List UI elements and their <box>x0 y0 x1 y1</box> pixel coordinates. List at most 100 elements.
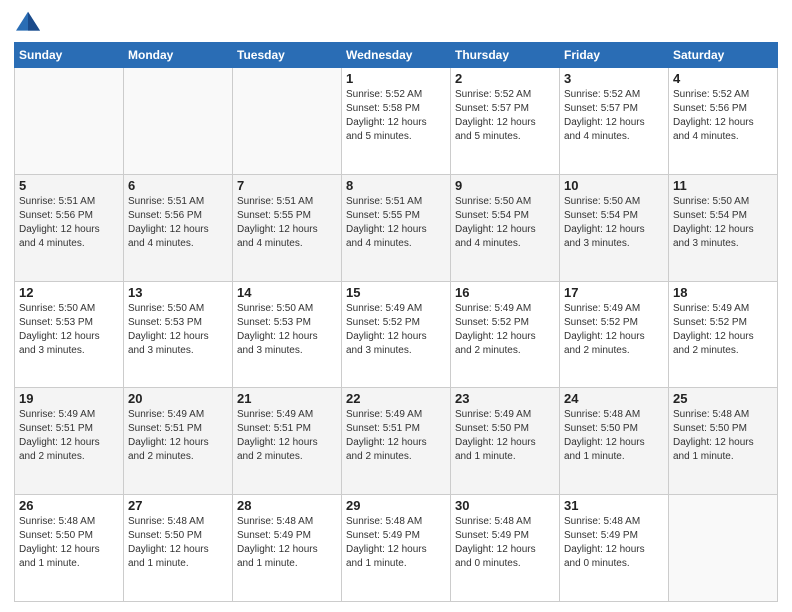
page: SundayMondayTuesdayWednesdayThursdayFrid… <box>0 0 792 612</box>
cell-info: Sunrise: 5:49 AM Sunset: 5:51 PM Dayligh… <box>19 408 119 464</box>
day-number: 25 <box>673 391 773 406</box>
day-number: 7 <box>237 178 337 193</box>
header <box>14 10 778 34</box>
calendar-cell: 6 Sunrise: 5:51 AM Sunset: 5:56 PM Daylig… <box>124 174 233 281</box>
day-number: 19 <box>19 391 119 406</box>
calendar-cell: 19 Sunrise: 5:49 AM Sunset: 5:51 PM Dayli… <box>15 388 124 495</box>
calendar-cell: 10Sunrise: 5:50 AM Sunset: 5:54 PM Dayli… <box>560 174 669 281</box>
day-number: 20 <box>128 391 228 406</box>
day-number: 26 <box>19 498 119 513</box>
logo <box>14 10 46 34</box>
calendar-cell: 23 Sunrise: 5:49 AM Sunset: 5:50 PM Dayli… <box>451 388 560 495</box>
day-number: 6 <box>128 178 228 193</box>
cell-info: Sunrise: 5:49 AM Sunset: 5:50 PM Dayligh… <box>455 408 555 464</box>
logo-icon <box>14 10 42 34</box>
day-number: 27 <box>128 498 228 513</box>
calendar-cell <box>233 68 342 175</box>
calendar-cell <box>124 68 233 175</box>
day-number: 2 <box>455 71 555 86</box>
calendar-cell: 2 Sunrise: 5:52 AM Sunset: 5:57 PM Daylig… <box>451 68 560 175</box>
calendar-cell: 4 Sunrise: 5:52 AM Sunset: 5:56 PM Daylig… <box>669 68 778 175</box>
cell-info: Sunrise: 5:49 AM Sunset: 5:51 PM Dayligh… <box>237 408 337 464</box>
cell-info: Sunrise: 5:48 AM Sunset: 5:49 PM Dayligh… <box>237 515 337 571</box>
calendar-cell: 16 Sunrise: 5:49 AM Sunset: 5:52 PM Dayli… <box>451 281 560 388</box>
day-number: 28 <box>237 498 337 513</box>
calendar-cell: 27Sunrise: 5:48 AM Sunset: 5:50 PM Dayli… <box>124 495 233 602</box>
calendar-cell: 8 Sunrise: 5:51 AM Sunset: 5:55 PM Daylig… <box>342 174 451 281</box>
calendar-cell: 20 Sunrise: 5:49 AM Sunset: 5:51 PM Dayli… <box>124 388 233 495</box>
col-header-sunday: Sunday <box>15 43 124 68</box>
day-number: 22 <box>346 391 446 406</box>
cell-info: Sunrise: 5:49 AM Sunset: 5:51 PM Dayligh… <box>128 408 228 464</box>
calendar-cell <box>669 495 778 602</box>
calendar-cell: 30 Sunrise: 5:48 AM Sunset: 5:49 PM Dayli… <box>451 495 560 602</box>
cell-info: Sunrise: 5:48 AM Sunset: 5:49 PM Dayligh… <box>564 515 664 571</box>
week-row-1: 1Sunrise: 5:52 AM Sunset: 5:58 PM Daylig… <box>15 68 778 175</box>
cell-info: Sunrise: 5:48 AM Sunset: 5:49 PM Dayligh… <box>455 515 555 571</box>
cell-info: Sunrise: 5:52 AM Sunset: 5:56 PM Dayligh… <box>673 88 773 144</box>
cell-info: Sunrise: 5:49 AM Sunset: 5:51 PM Dayligh… <box>346 408 446 464</box>
day-number: 14 <box>237 285 337 300</box>
calendar-cell: 31 Sunrise: 5:48 AM Sunset: 5:49 PM Dayli… <box>560 495 669 602</box>
calendar-cell: 26Sunrise: 5:48 AM Sunset: 5:50 PM Dayli… <box>15 495 124 602</box>
cell-info: Sunrise: 5:52 AM Sunset: 5:57 PM Dayligh… <box>455 88 555 144</box>
cell-info: Sunrise: 5:49 AM Sunset: 5:52 PM Dayligh… <box>346 302 446 358</box>
col-header-monday: Monday <box>124 43 233 68</box>
cell-info: Sunrise: 5:51 AM Sunset: 5:56 PM Dayligh… <box>128 195 228 251</box>
calendar-cell <box>15 68 124 175</box>
calendar-cell: 7 Sunrise: 5:51 AM Sunset: 5:55 PM Daylig… <box>233 174 342 281</box>
cell-info: Sunrise: 5:50 AM Sunset: 5:53 PM Dayligh… <box>19 302 119 358</box>
calendar-cell: 29Sunrise: 5:48 AM Sunset: 5:49 PM Dayli… <box>342 495 451 602</box>
col-header-thursday: Thursday <box>451 43 560 68</box>
day-number: 12 <box>19 285 119 300</box>
calendar-cell: 5 Sunrise: 5:51 AM Sunset: 5:56 PM Daylig… <box>15 174 124 281</box>
cell-info: Sunrise: 5:51 AM Sunset: 5:55 PM Dayligh… <box>237 195 337 251</box>
day-number: 15 <box>346 285 446 300</box>
week-row-3: 12 Sunrise: 5:50 AM Sunset: 5:53 PM Dayli… <box>15 281 778 388</box>
calendar-cell: 9 Sunrise: 5:50 AM Sunset: 5:54 PM Daylig… <box>451 174 560 281</box>
cell-info: Sunrise: 5:49 AM Sunset: 5:52 PM Dayligh… <box>673 302 773 358</box>
day-number: 18 <box>673 285 773 300</box>
day-number: 10 <box>564 178 664 193</box>
cell-info: Sunrise: 5:48 AM Sunset: 5:50 PM Dayligh… <box>564 408 664 464</box>
day-number: 24 <box>564 391 664 406</box>
week-row-2: 5 Sunrise: 5:51 AM Sunset: 5:56 PM Daylig… <box>15 174 778 281</box>
calendar-cell: 15 Sunrise: 5:49 AM Sunset: 5:52 PM Dayli… <box>342 281 451 388</box>
cell-info: Sunrise: 5:49 AM Sunset: 5:52 PM Dayligh… <box>455 302 555 358</box>
day-number: 4 <box>673 71 773 86</box>
cell-info: Sunrise: 5:48 AM Sunset: 5:49 PM Dayligh… <box>346 515 446 571</box>
day-number: 8 <box>346 178 446 193</box>
calendar-cell: 21 Sunrise: 5:49 AM Sunset: 5:51 PM Dayli… <box>233 388 342 495</box>
day-number: 17 <box>564 285 664 300</box>
calendar-cell: 24 Sunrise: 5:48 AM Sunset: 5:50 PM Dayli… <box>560 388 669 495</box>
cell-info: Sunrise: 5:50 AM Sunset: 5:53 PM Dayligh… <box>237 302 337 358</box>
cell-info: Sunrise: 5:50 AM Sunset: 5:54 PM Dayligh… <box>673 195 773 251</box>
cell-info: Sunrise: 5:51 AM Sunset: 5:56 PM Dayligh… <box>19 195 119 251</box>
day-number: 5 <box>19 178 119 193</box>
day-number: 21 <box>237 391 337 406</box>
day-number: 9 <box>455 178 555 193</box>
calendar-header-row: SundayMondayTuesdayWednesdayThursdayFrid… <box>15 43 778 68</box>
col-header-wednesday: Wednesday <box>342 43 451 68</box>
week-row-5: 26Sunrise: 5:48 AM Sunset: 5:50 PM Dayli… <box>15 495 778 602</box>
calendar-cell: 14 Sunrise: 5:50 AM Sunset: 5:53 PM Dayli… <box>233 281 342 388</box>
calendar-cell: 11Sunrise: 5:50 AM Sunset: 5:54 PM Dayli… <box>669 174 778 281</box>
calendar-cell: 25Sunrise: 5:48 AM Sunset: 5:50 PM Dayli… <box>669 388 778 495</box>
calendar-cell: 18 Sunrise: 5:49 AM Sunset: 5:52 PM Dayli… <box>669 281 778 388</box>
day-number: 16 <box>455 285 555 300</box>
col-header-friday: Friday <box>560 43 669 68</box>
week-row-4: 19 Sunrise: 5:49 AM Sunset: 5:51 PM Dayli… <box>15 388 778 495</box>
day-number: 23 <box>455 391 555 406</box>
day-number: 31 <box>564 498 664 513</box>
calendar-cell: 12 Sunrise: 5:50 AM Sunset: 5:53 PM Dayli… <box>15 281 124 388</box>
calendar-cell: 1Sunrise: 5:52 AM Sunset: 5:58 PM Daylig… <box>342 68 451 175</box>
day-number: 1 <box>346 71 446 86</box>
day-number: 30 <box>455 498 555 513</box>
calendar-cell: 13Sunrise: 5:50 AM Sunset: 5:53 PM Dayli… <box>124 281 233 388</box>
calendar-cell: 3Sunrise: 5:52 AM Sunset: 5:57 PM Daylig… <box>560 68 669 175</box>
cell-info: Sunrise: 5:51 AM Sunset: 5:55 PM Dayligh… <box>346 195 446 251</box>
cell-info: Sunrise: 5:50 AM Sunset: 5:54 PM Dayligh… <box>455 195 555 251</box>
cell-info: Sunrise: 5:52 AM Sunset: 5:57 PM Dayligh… <box>564 88 664 144</box>
col-header-saturday: Saturday <box>669 43 778 68</box>
calendar-cell: 28 Sunrise: 5:48 AM Sunset: 5:49 PM Dayli… <box>233 495 342 602</box>
